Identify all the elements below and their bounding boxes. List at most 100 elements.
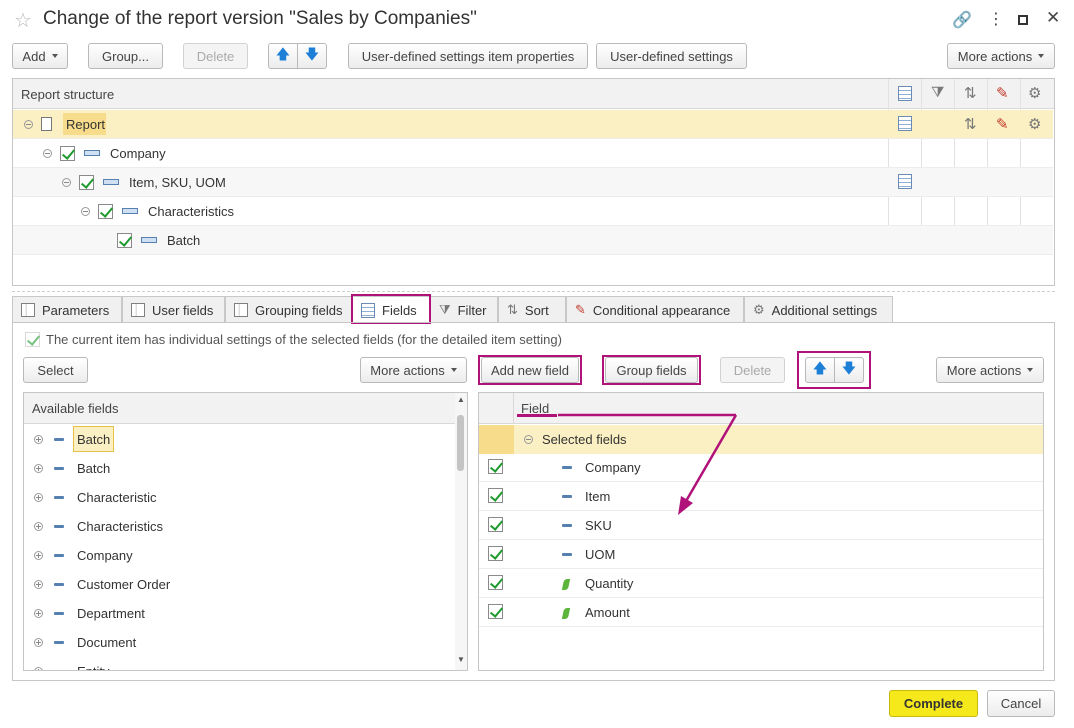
annotation-arrow	[558, 413, 738, 515]
grouping-icon	[84, 150, 100, 156]
move-up-button[interactable]: 🡅	[268, 43, 298, 69]
available-field-row[interactable]: Company	[24, 541, 455, 570]
delete-button[interactable]: Delete	[183, 43, 248, 69]
checkbox[interactable]	[117, 233, 132, 248]
structure-row-report[interactable]	[13, 110, 1053, 139]
conditional-appearance-cell-icon: ✎	[996, 116, 1009, 133]
maximize-icon[interactable]	[1018, 15, 1028, 25]
available-field-row[interactable]: Customer Order	[24, 570, 455, 599]
field-icon	[562, 553, 572, 556]
collapse-toggle-icon[interactable]	[81, 207, 90, 216]
filter-column-icon[interactable]: ⧩	[931, 84, 944, 101]
checkbox[interactable]	[488, 459, 503, 474]
collapse-toggle-icon[interactable]	[43, 149, 52, 158]
uds-label: User-defined settings	[610, 48, 733, 64]
checkbox[interactable]	[488, 517, 503, 532]
tab-label: User fields	[152, 302, 214, 318]
expand-toggle-icon[interactable]	[34, 464, 43, 473]
scroll-down-icon[interactable]: ▼	[457, 655, 465, 664]
checkbox[interactable]	[488, 575, 503, 590]
delete-field-button[interactable]: Delete	[720, 357, 785, 383]
additional-settings-cell-icon: ⚙	[1028, 116, 1042, 133]
sort-column-icon[interactable]: ⇅	[964, 84, 977, 102]
selected-field-row[interactable]: UOM	[479, 540, 1043, 569]
expand-toggle-icon[interactable]	[34, 522, 43, 531]
selected-field-row[interactable]: Quantity	[479, 569, 1043, 598]
checkbox[interactable]	[60, 146, 75, 161]
available-field-label: Entity	[77, 664, 110, 670]
conditional-appearance-column-icon[interactable]: ✎	[996, 84, 1009, 102]
tab-additional-settings[interactable]: ⚙ Additional settings	[744, 296, 893, 323]
move-buttons-highlight	[797, 351, 871, 389]
complete-button[interactable]: Complete	[889, 690, 978, 717]
user-fields-icon	[131, 303, 145, 317]
available-field-row[interactable]: Characteristics	[24, 512, 455, 541]
tab-sort[interactable]: ⇅ Sort	[498, 296, 566, 323]
expand-toggle-icon[interactable]	[34, 667, 43, 670]
close-icon[interactable]: ✕	[1046, 8, 1060, 28]
chevron-down-icon	[450, 368, 457, 372]
more-actions-button[interactable]: More actions	[947, 43, 1055, 69]
select-button[interactable]: Select	[23, 357, 88, 383]
more-actions-right-button[interactable]: More actions	[936, 357, 1044, 383]
scroll-up-icon[interactable]: ▲	[457, 395, 465, 404]
favorite-star-icon[interactable]: ☆	[14, 8, 32, 33]
cancel-button[interactable]: Cancel	[987, 690, 1055, 717]
group-label: Group...	[102, 48, 149, 64]
report-document-icon	[41, 117, 52, 131]
tab-label: Sort	[524, 302, 549, 318]
collapse-toggle-icon[interactable]	[24, 120, 33, 129]
tab-grouping-fields[interactable]: Grouping fields	[225, 296, 352, 323]
tab-user-fields[interactable]: User fields	[122, 296, 225, 323]
available-field-row[interactable]: Department	[24, 599, 455, 628]
checkbox[interactable]	[488, 604, 503, 619]
numeric-field-icon	[561, 579, 571, 590]
fields-column-icon[interactable]	[898, 86, 912, 101]
complete-label: Complete	[903, 696, 964, 711]
structure-row-company[interactable]	[13, 139, 1053, 168]
expand-toggle-icon[interactable]	[34, 551, 43, 560]
available-field-row[interactable]: Batch	[24, 425, 455, 454]
chevron-down-icon	[51, 54, 58, 58]
more-vertical-icon[interactable]: ⋮	[988, 9, 1004, 29]
fields-cell-icon	[898, 174, 912, 189]
tab-filter[interactable]: ⧩ Filter	[430, 296, 498, 323]
available-field-row[interactable]: Batch	[24, 454, 455, 483]
tab-parameters[interactable]: Parameters	[12, 296, 122, 323]
add-button[interactable]: Add	[12, 43, 68, 69]
chevron-down-icon	[1038, 54, 1045, 58]
individual-settings-checkbox[interactable]	[25, 332, 40, 347]
additional-settings-column-icon[interactable]: ⚙	[1028, 84, 1041, 102]
scrollbar-thumb[interactable]	[457, 415, 464, 471]
checkbox[interactable]	[488, 488, 503, 503]
move-down-button[interactable]: 🡇	[297, 43, 327, 69]
checkbox[interactable]	[488, 546, 503, 561]
sort-cell-icon: ⇅	[964, 116, 977, 133]
splitter[interactable]	[12, 291, 1055, 292]
add-new-field-highlight	[478, 355, 582, 385]
checkbox[interactable]	[98, 204, 113, 219]
grouping-fields-icon	[234, 303, 248, 317]
user-defined-settings-button[interactable]: User-defined settings	[596, 43, 747, 69]
expand-toggle-icon[interactable]	[34, 493, 43, 502]
collapse-toggle-icon[interactable]	[62, 178, 71, 187]
tab-conditional-appearance[interactable]: ✎ Conditional appearance	[566, 296, 744, 323]
available-field-row[interactable]: Document	[24, 628, 455, 657]
group-fields-highlight	[602, 355, 701, 385]
selected-field-row[interactable]: Amount	[479, 598, 1043, 627]
collapse-toggle-icon[interactable]	[524, 435, 533, 444]
user-defined-settings-item-properties-button[interactable]: User-defined settings item properties	[348, 43, 588, 69]
group-button[interactable]: Group...	[88, 43, 163, 69]
expand-toggle-icon[interactable]	[34, 609, 43, 618]
more-actions-label: More actions	[370, 362, 445, 378]
more-actions-left-button[interactable]: More actions	[360, 357, 467, 383]
expand-toggle-icon[interactable]	[34, 638, 43, 647]
link-icon[interactable]: 🔗	[952, 10, 972, 30]
tab-label: Additional settings	[771, 302, 878, 318]
checkbox[interactable]	[79, 175, 94, 190]
available-field-row[interactable]: Characteristic	[24, 483, 455, 512]
expand-toggle-icon[interactable]	[34, 435, 43, 444]
expand-toggle-icon[interactable]	[34, 580, 43, 589]
structure-row-label: Report	[66, 117, 106, 132]
available-field-row[interactable]: Entity	[24, 657, 455, 670]
